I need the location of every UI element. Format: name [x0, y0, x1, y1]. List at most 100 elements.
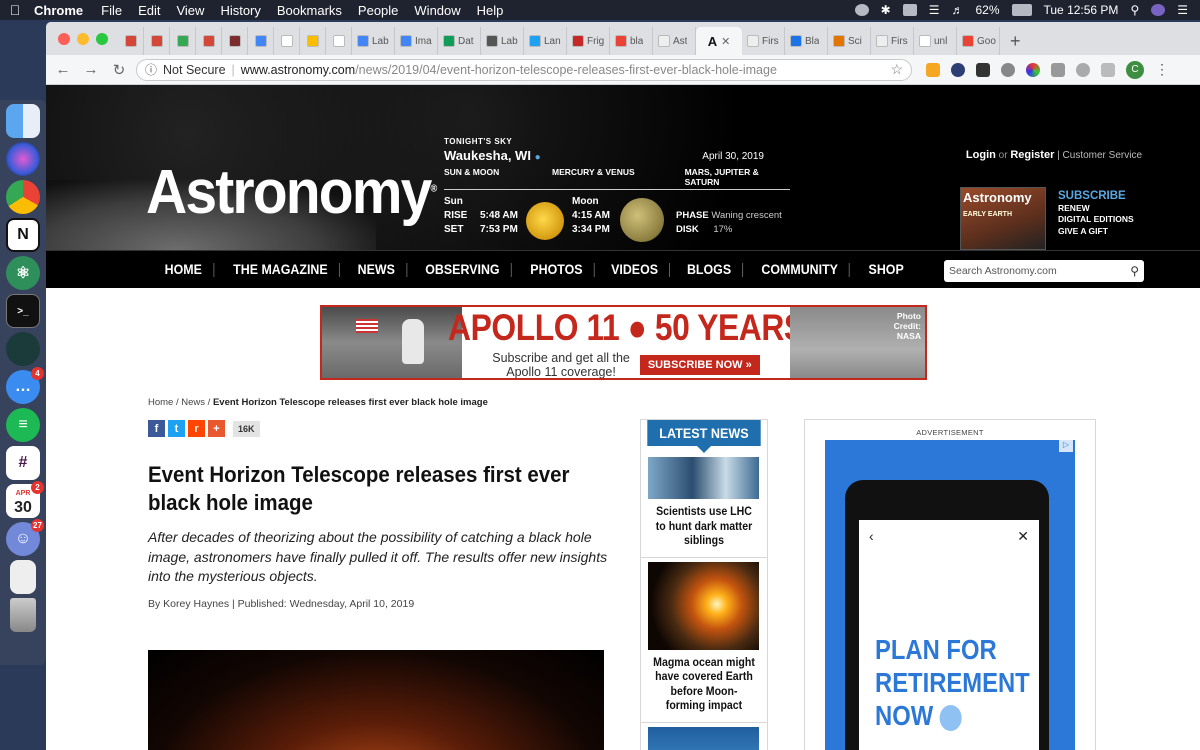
menu-edit[interactable]: Edit	[130, 3, 168, 18]
nav-community[interactable]: COMMUNITY	[751, 262, 851, 277]
extension-record-icon[interactable]	[1076, 62, 1090, 77]
customer-service-link[interactable]: Customer Service	[1063, 150, 1142, 161]
notification-center-icon[interactable]: ☰	[1177, 3, 1188, 17]
chrome-menu-icon[interactable]: ⋮	[1155, 61, 1169, 78]
finder-icon[interactable]	[6, 104, 40, 138]
news-item-magma[interactable]: Magma ocean might have covered Earth bef…	[641, 558, 767, 723]
menu-people[interactable]: People	[350, 3, 406, 18]
siri-icon[interactable]	[1151, 4, 1166, 16]
nav-shop[interactable]: SHOP	[857, 262, 914, 277]
subscribe-promo[interactable]: Astronomy EARLY EARTH SUBSCRIBE RENEW DI…	[948, 187, 1148, 250]
tab-before-9[interactable]: Lab	[352, 27, 395, 55]
atom-icon[interactable]: ⚛	[6, 256, 40, 290]
messages-icon[interactable]: … 4	[6, 367, 44, 404]
subscribe-link[interactable]: SUBSCRIBE	[1058, 190, 1134, 203]
give-gift-link[interactable]: GIVE A GIFT	[1058, 226, 1134, 238]
menu-view[interactable]: View	[168, 3, 212, 18]
news-thumb-magma[interactable]	[648, 561, 759, 650]
tab-after-2[interactable]: Sci	[828, 27, 871, 55]
creative-cloud-icon[interactable]	[854, 4, 869, 16]
login-link[interactable]: Login	[966, 149, 996, 161]
tab-before-12[interactable]: Lab	[481, 27, 524, 55]
tab-after-3[interactable]: Firs	[871, 27, 914, 55]
menu-app-name[interactable]: Chrome	[30, 3, 93, 18]
calendar-icon[interactable]: APR 30 2	[6, 481, 44, 518]
info-icon[interactable]: ⓘ	[145, 61, 157, 78]
latest-news-heading[interactable]: LATEST NEWS	[647, 420, 761, 446]
site-search-input[interactable]: Search Astronomy.com ⚲	[944, 260, 1144, 282]
banner-subscribe-button[interactable]: SUBSCRIBE NOW »	[639, 354, 760, 375]
nav-videos[interactable]: VIDEOS	[600, 262, 671, 277]
renew-link[interactable]: RENEW	[1058, 203, 1134, 215]
close-tab-icon[interactable]: ✕	[721, 35, 730, 48]
wifi-icon[interactable]: ☰	[929, 3, 940, 17]
news-item-lhc[interactable]: Scientists use LHC to hunt dark matter s…	[641, 453, 767, 558]
notion-icon[interactable]: N	[6, 218, 40, 252]
nav-the-magazine[interactable]: THE MAGAZINE	[222, 262, 340, 277]
not-secure-label[interactable]: Not Secure	[163, 63, 226, 77]
bookmark-star-icon[interactable]: ☆	[890, 61, 903, 78]
tab-before-5[interactable]	[248, 27, 274, 55]
tonights-sky-widget[interactable]: TONIGHT'S SKY Waukesha, WI ● April 30, 2…	[444, 137, 790, 246]
address-bar[interactable]: ⓘ Not Secure | www.astronomy.com/news/20…	[136, 58, 912, 81]
document-stack-icon[interactable]	[10, 560, 36, 594]
extension-gear-icon[interactable]	[976, 62, 990, 77]
digital-editions-link[interactable]: DIGITAL EDITIONS	[1058, 214, 1134, 226]
news-item-third[interactable]	[641, 723, 767, 750]
menu-bookmarks[interactable]: Bookmarks	[269, 3, 350, 18]
ad-back-icon[interactable]: ‹	[869, 528, 874, 545]
battery-percent[interactable]: 62%	[975, 3, 999, 17]
nav-news[interactable]: NEWS	[347, 262, 408, 277]
register-link[interactable]: Register	[1010, 149, 1054, 161]
extension-window-icon[interactable]	[1051, 62, 1065, 77]
extension-dot-icon[interactable]	[1001, 62, 1015, 77]
close-window-button[interactable]	[58, 32, 70, 45]
tab-before-13[interactable]: Lan	[524, 27, 567, 55]
news-thumb-third[interactable]	[648, 726, 759, 750]
tab-mercury-venus[interactable]: MERCURY & VENUS	[552, 167, 685, 187]
nav-photos[interactable]: PHOTOS	[519, 262, 595, 277]
tab-before-7[interactable]	[300, 27, 326, 55]
tab-after-0[interactable]: Firs	[742, 27, 785, 55]
zoom-window-button[interactable]	[96, 32, 108, 45]
volume-icon[interactable]: ♬	[951, 3, 963, 17]
tab-after-5[interactable]: Goo	[957, 27, 1000, 55]
breadcrumb-news[interactable]: News	[181, 397, 205, 408]
menu-window[interactable]: Window	[406, 3, 468, 18]
nav-home[interactable]: HOME	[154, 262, 214, 277]
extension-circle-icon[interactable]	[951, 62, 965, 77]
clock[interactable]: Tue 12:56 PM	[1044, 3, 1119, 17]
tab-before-16[interactable]: Ast	[653, 27, 696, 55]
tab-before-1[interactable]	[144, 27, 170, 55]
facebook-share-icon[interactable]: f	[148, 420, 165, 437]
menu-history[interactable]: History	[212, 3, 268, 18]
siri-icon[interactable]	[6, 142, 40, 176]
extension-color-icon[interactable]	[1026, 62, 1040, 77]
nav-blogs[interactable]: BLOGS	[676, 262, 744, 277]
news-thumb-lhc[interactable]	[648, 457, 759, 499]
tab-before-15[interactable]: bla	[610, 27, 653, 55]
news-caption-magma[interactable]: Magma ocean might have covered Earth bef…	[652, 656, 755, 714]
tab-sun-moon[interactable]: SUN & MOON	[444, 167, 552, 187]
reddit-share-icon[interactable]: r	[188, 420, 205, 437]
terminal-icon[interactable]: >_	[6, 294, 40, 328]
apple-menu-icon[interactable]: 	[0, 2, 30, 18]
retirement-ad[interactable]: ▷ ‹ ✕ PLAN FOR RETIREMENT NOW	[825, 440, 1075, 750]
magazine-cover-image[interactable]: Astronomy EARLY EARTH	[960, 187, 1046, 250]
gitkraken-icon[interactable]	[6, 332, 40, 366]
battery-icon[interactable]	[1011, 4, 1032, 16]
tab-before-0[interactable]	[118, 27, 144, 55]
tab-before-4[interactable]	[222, 27, 248, 55]
chrome-icon[interactable]	[6, 180, 40, 214]
tab-before-3[interactable]	[196, 27, 222, 55]
menu-file[interactable]: File	[93, 3, 130, 18]
more-share-icon[interactable]: +	[208, 420, 225, 437]
forward-icon[interactable]: →	[80, 61, 102, 78]
ad-close-icon[interactable]: ✕	[1017, 528, 1029, 545]
profile-avatar[interactable]: C	[1126, 60, 1144, 79]
discord-icon[interactable]: ☺ 27	[6, 519, 44, 556]
twitter-share-icon[interactable]: t	[168, 420, 185, 437]
news-caption-lhc[interactable]: Scientists use LHC to hunt dark matter s…	[652, 505, 755, 549]
tab-after-1[interactable]: Bla	[785, 27, 828, 55]
search-icon[interactable]: ⚲	[1130, 264, 1139, 278]
